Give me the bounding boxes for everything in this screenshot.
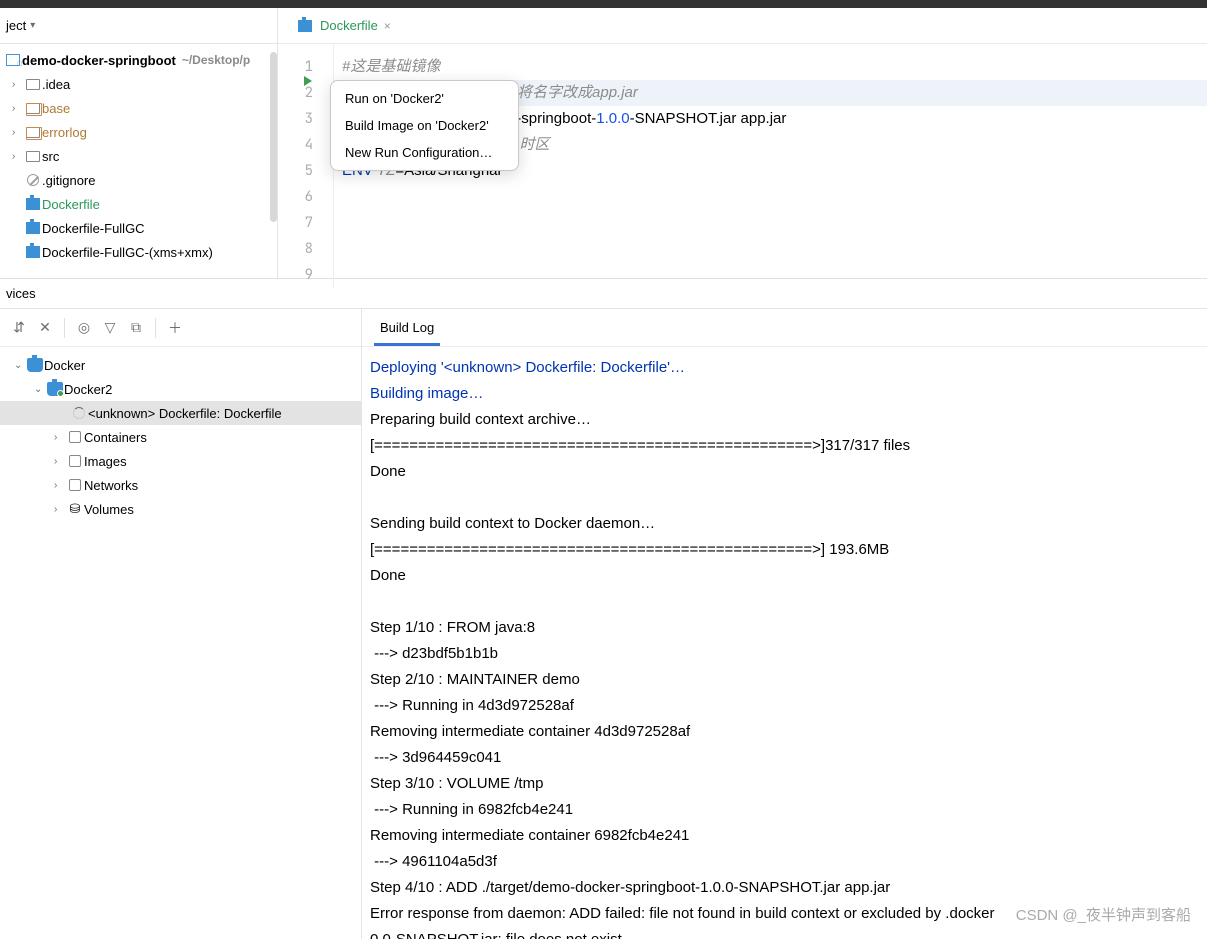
whale-connected-icon [46,382,64,396]
docker-icon [24,246,42,258]
build-log-tabs: Build Log [362,309,1207,347]
tree-item-gitignore[interactable]: .gitignore [0,168,277,192]
tree-item-dockerfile-fullgc-xms[interactable]: Dockerfile-FullGC-(xms+xmx) [0,240,277,264]
project-panel: ject ▾ demo-docker-springboot ~/Desktop/… [0,8,278,278]
menu-build-image[interactable]: Build Image on 'Docker2' [331,112,518,139]
svc-label: Networks [84,478,138,493]
tab-build-log[interactable]: Build Log [374,312,440,346]
show-icon[interactable]: ◎ [73,317,95,339]
scrollbar-thumb[interactable] [270,52,277,222]
tree-item-base[interactable]: › base [0,96,277,120]
chevron-right-icon: › [54,432,66,443]
tree-item-errorlog[interactable]: › errorlog [0,120,277,144]
svc-docker[interactable]: ⌄ Docker [0,353,361,377]
chevron-right-icon: › [54,504,66,515]
folder-icon [24,103,42,114]
tree-label: base [42,101,70,116]
chevron-right-icon: › [12,127,24,138]
chevron-down-icon: ⌄ [14,360,26,371]
docker-icon [24,198,42,210]
open-icon[interactable]: ⧉ [125,317,147,339]
project-header-label: ject [6,18,26,33]
tree-label: Dockerfile [42,197,100,212]
chevron-down-icon: ▾ [30,20,35,31]
spinner-icon [70,407,88,419]
chevron-right-icon: › [54,480,66,491]
watermark: CSDN @_夜半钟声到客船 [1016,904,1191,925]
networks-icon [66,479,84,491]
folder-icon [24,127,42,138]
expand-all-icon[interactable]: ⇵ [8,317,30,339]
project-root-name: demo-docker-springboot [22,53,176,68]
folder-icon [24,79,42,90]
editor-tab-dockerfile[interactable]: Dockerfile × [278,8,405,44]
project-root[interactable]: demo-docker-springboot ~/Desktop/p [0,48,277,72]
project-tree: demo-docker-springboot ~/Desktop/p › .id… [0,44,277,268]
tab-label: Dockerfile [320,18,378,33]
svc-label: Containers [84,430,147,445]
ignore-icon [24,174,42,186]
tree-label: .gitignore [42,173,95,188]
svc-label: Volumes [84,502,134,517]
whale-icon [26,358,44,372]
docker-icon [296,20,314,32]
project-header[interactable]: ject ▾ [0,8,277,44]
services-tree: ⌄ Docker ⌄ Docker2 <unknown> Dockerfile:… [0,347,361,527]
svc-label: <unknown> Dockerfile: Dockerfile [88,406,282,421]
services-body: ⇵ ✕ ◎ ▽ ⧉ ＋ ⌄ Docker ⌄ Docker2 <unknown>… [0,309,1207,939]
docker-icon [24,222,42,234]
chevron-right-icon: › [12,103,24,114]
tree-item-src[interactable]: › src [0,144,277,168]
svc-running-dockerfile[interactable]: <unknown> Dockerfile: Dockerfile [0,401,361,425]
menu-run-docker2[interactable]: Run on 'Docker2' [331,85,518,112]
tree-item-dockerfile[interactable]: Dockerfile [0,192,277,216]
tree-label: errorlog [42,125,87,140]
chevron-right-icon: › [54,456,66,467]
run-gutter-icon[interactable] [304,76,312,86]
svc-label: Docker [44,358,85,373]
tree-label: .idea [42,77,70,92]
svc-label: Images [84,454,127,469]
volumes-icon: ⛁ [66,501,84,517]
containers-icon [66,431,84,443]
svc-volumes[interactable]: › ⛁ Volumes [0,497,361,521]
tree-label: src [42,149,59,164]
images-icon [66,455,84,467]
context-menu: Run on 'Docker2' Build Image on 'Docker2… [330,80,519,171]
window-titlebar [0,0,1207,8]
folder-icon [24,151,42,162]
add-icon[interactable]: ＋ [164,317,186,339]
chevron-down-icon: ⌄ [34,384,46,395]
separator [64,318,65,338]
project-root-path: ~/Desktop/p [182,53,250,67]
services-left-panel: ⇵ ✕ ◎ ▽ ⧉ ＋ ⌄ Docker ⌄ Docker2 <unknown>… [0,309,362,939]
menu-new-run-config[interactable]: New Run Configuration… [331,139,518,166]
project-icon [4,54,22,66]
tree-item-dockerfile-fullgc[interactable]: Dockerfile-FullGC [0,216,277,240]
svc-containers[interactable]: › Containers [0,425,361,449]
svc-docker2[interactable]: ⌄ Docker2 [0,377,361,401]
chevron-right-icon: › [12,79,24,90]
collapse-all-icon[interactable]: ✕ [34,317,56,339]
separator [155,318,156,338]
chevron-right-icon: › [12,151,24,162]
svc-images[interactable]: › Images [0,449,361,473]
tree-item-idea[interactable]: › .idea [0,72,277,96]
main-area: ject ▾ demo-docker-springboot ~/Desktop/… [0,8,1207,278]
tree-label: Dockerfile-FullGC [42,221,145,236]
build-log-output[interactable]: Deploying '<unknown> Dockerfile: Dockerf… [362,347,1207,939]
services-right-panel: Build Log Deploying '<unknown> Dockerfil… [362,309,1207,939]
filter-icon[interactable]: ▽ [99,317,121,339]
svc-label: Docker2 [64,382,112,397]
close-icon[interactable]: × [384,19,391,33]
tree-label: Dockerfile-FullGC-(xms+xmx) [42,245,213,260]
services-title: vices [6,286,36,301]
svc-networks[interactable]: › Networks [0,473,361,497]
editor-tab-bar: Dockerfile × [278,8,1207,44]
services-toolbar: ⇵ ✕ ◎ ▽ ⧉ ＋ [0,309,361,347]
